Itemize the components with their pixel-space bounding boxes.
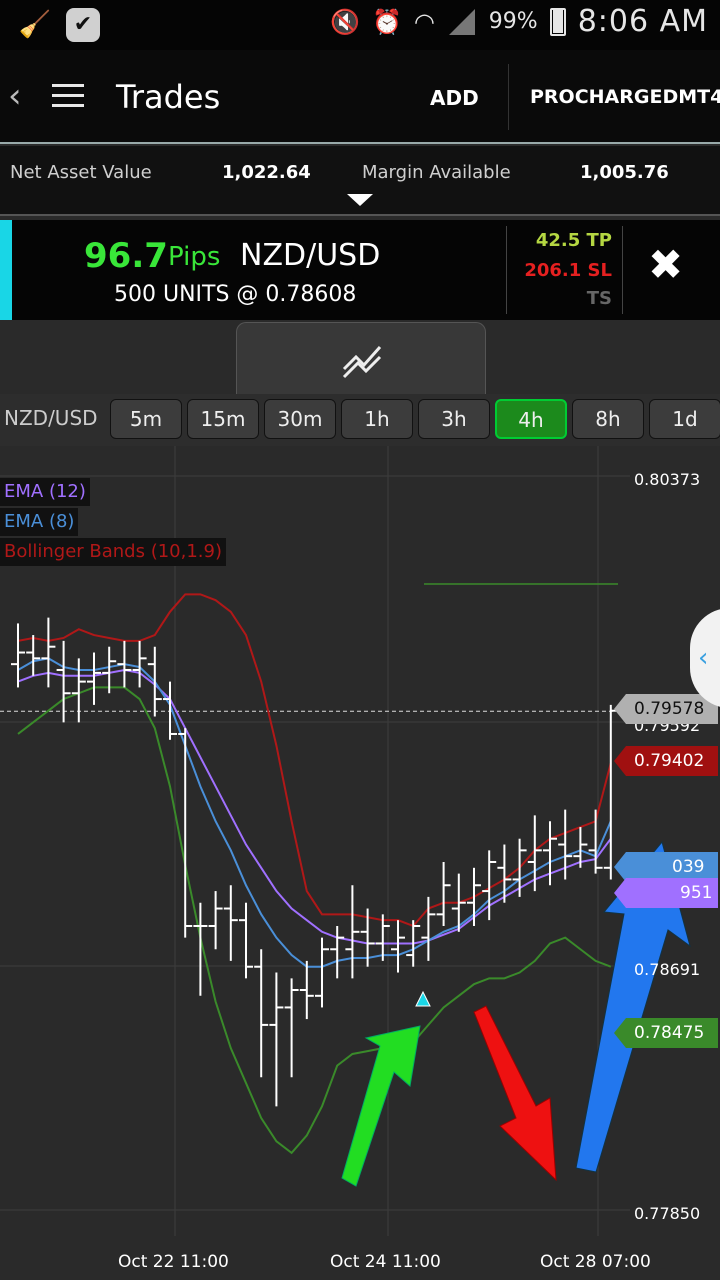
clock: 8:06 AM (577, 4, 708, 39)
status-bar: 🧹 ✔ 🔇 ⏰ ◠ 99% 8:06 AM (0, 0, 720, 50)
chart-line-icon (342, 346, 382, 379)
nav-value: 1,022.64 (222, 162, 311, 183)
add-button[interactable]: ADD (430, 86, 479, 110)
price-axis-label: 0.77850 (634, 1204, 701, 1223)
entry-marker (415, 990, 431, 1007)
divider (508, 64, 509, 130)
menu-icon[interactable] (52, 84, 84, 108)
account-summary: Net Asset Value 1,022.64 Margin Availabl… (0, 146, 720, 216)
timeframe-button-5m[interactable]: 5m (110, 399, 182, 439)
divider (506, 226, 507, 314)
trailing-stop: TS (586, 288, 612, 309)
page-title: Trades (116, 78, 221, 116)
battery-percent: 99% (488, 9, 538, 34)
ema12-tag: 951 (614, 878, 718, 908)
time-axis-label: Oct 28 07:00 (540, 1252, 651, 1272)
nav-label: Net Asset Value (10, 162, 152, 183)
take-profit: 42.5 TP (535, 230, 612, 251)
bollinger-upper-line (17, 593, 612, 928)
timeframe-button-4h[interactable]: 4h (495, 399, 567, 439)
trade-accent-bar (0, 220, 12, 320)
price-axis-label: 0.80373 (634, 470, 701, 489)
alarm-icon: ⏰ (371, 7, 402, 36)
price-axis-label: 0.78691 (634, 960, 701, 979)
trade-pair: NZD/USD (240, 238, 381, 273)
chart-tab[interactable] (236, 322, 486, 394)
close-trade-icon[interactable]: ✖ (648, 244, 683, 286)
wifi-icon: ◠ (413, 7, 435, 36)
stop-loss: 206.1 SL (524, 260, 612, 281)
signal-icon (448, 8, 475, 35)
legend-ema8: EMA (8) (0, 508, 79, 536)
red-arrow-annotation (473, 1005, 557, 1182)
check-badge-icon: ✔ (66, 8, 100, 42)
mute-icon: 🔇 (330, 7, 360, 36)
divider (622, 226, 623, 314)
back-chevron-icon[interactable]: ‹ (8, 76, 22, 116)
expand-caret-icon[interactable] (347, 194, 373, 206)
timeframe-button-1h[interactable]: 1h (341, 399, 413, 439)
trade-units: 500 UNITS @ 0.78608 (114, 282, 357, 307)
margin-value: 1,005.76 (580, 162, 669, 183)
pips-unit: Pips (168, 242, 221, 272)
timeframe-button-30m[interactable]: 30m (264, 399, 336, 439)
timeframe-bar: NZD/USD 5m 15m 30m 1h 3h 4h 8h 1d (0, 394, 720, 446)
chart-canvas (0, 446, 691, 1236)
time-axis-label: Oct 22 11:00 (118, 1252, 229, 1272)
bb-lower-tag: 0.78475 (614, 1018, 718, 1048)
pips-value: 96.7 (84, 236, 168, 276)
legend-ema12: EMA (12) (0, 478, 90, 506)
timeframe-button-15m[interactable]: 15m (187, 399, 259, 439)
price-chart[interactable]: EMA (12) EMA (8) Bollinger Bands (10,1.9… (0, 446, 720, 1280)
timeframe-button-1d[interactable]: 1d (649, 399, 720, 439)
ema8-line (17, 657, 612, 968)
timeframe-button-3h[interactable]: 3h (418, 399, 490, 439)
timeframe-button-8h[interactable]: 8h (572, 399, 644, 439)
legend-bollinger: Bollinger Bands (10,1.9) (0, 538, 227, 566)
margin-label: Margin Available (362, 162, 511, 183)
broom-icon: 🧹 (18, 10, 52, 40)
green-arrow-annotation (341, 1025, 421, 1187)
ema8-tag: 039 (614, 852, 718, 882)
current-price-tag: 0.79578 (614, 694, 718, 724)
battery-icon (549, 7, 566, 36)
app-bar: ‹ Trades ADD PROCHARGEDMT4 (0, 50, 720, 144)
bb-upper-tag: 0.79402 (614, 746, 718, 776)
time-axis-label: Oct 24 11:00 (330, 1252, 441, 1272)
trade-card[interactable]: 96.7 Pips NZD/USD 500 UNITS @ 0.78608 42… (0, 220, 720, 320)
account-button[interactable]: PROCHARGEDMT4 (530, 86, 720, 108)
timeframe-pair: NZD/USD (4, 406, 98, 430)
